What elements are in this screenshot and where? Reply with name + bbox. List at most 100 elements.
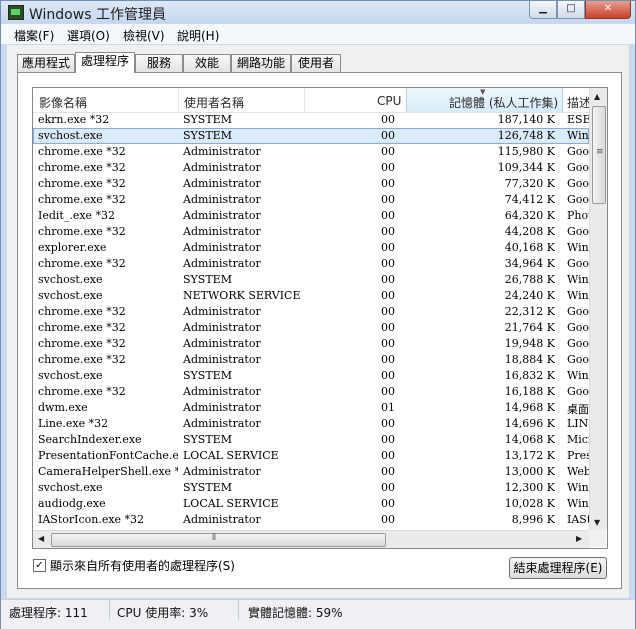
scroll-down-icon[interactable]: ▼ xyxy=(594,518,600,527)
process-cpu: 00 xyxy=(381,225,395,238)
process-memory: 126,748 K xyxy=(497,129,555,142)
process-user-name: SYSTEM xyxy=(183,129,232,142)
table-row[interactable]: chrome.exe *32 Administrator 00 16,188 K Goo xyxy=(33,384,589,400)
scroll-corner xyxy=(589,530,606,547)
process-image-name: explorer.exe xyxy=(38,241,107,254)
menu-view[interactable]: 檢視(V) xyxy=(123,27,165,44)
table-row[interactable]: Line.exe *32 Administrator 00 14,696 K LINI xyxy=(33,416,589,432)
process-user-name: LOCAL SERVICE xyxy=(183,449,279,462)
process-list[interactable]: ▼ 影像名稱 使用者名稱 CPU 記憶體 (私人工作集) 描述 ekrn.exe… xyxy=(32,87,608,549)
vertical-scrollbar[interactable]: ▲ ≡ ▼ xyxy=(589,88,607,530)
process-image-name: svchost.exe xyxy=(38,273,103,286)
vertical-scroll-thumb[interactable]: ≡ xyxy=(592,106,606,204)
scroll-left-icon[interactable]: ◀ xyxy=(38,534,44,543)
table-row[interactable]: chrome.exe *32 Administrator 00 18,884 K Goo xyxy=(33,352,589,368)
process-cpu: 00 xyxy=(381,177,395,190)
menu-help[interactable]: 說明(H) xyxy=(177,27,219,44)
process-cpu: 00 xyxy=(381,417,395,430)
header-description[interactable]: 描述 xyxy=(567,94,589,111)
process-description: Goo xyxy=(567,177,589,190)
process-memory: 64,320 K xyxy=(504,209,555,222)
process-memory: 187,140 K xyxy=(497,113,555,126)
process-memory: 22,312 K xyxy=(504,305,555,318)
horizontal-scroll-thumb[interactable]: ⦀ xyxy=(51,533,386,547)
table-row[interactable]: Iedit_.exe *32 Administrator 00 64,320 K Pho… xyxy=(33,208,589,224)
table-row[interactable]: SearchIndexer.exe SYSTEM 00 14,068 K Micr xyxy=(33,432,589,448)
table-row[interactable]: ekrn.exe *32 SYSTEM 00 187,140 K ESE xyxy=(33,112,589,128)
tab-networking[interactable]: 網路功能 xyxy=(231,54,291,72)
table-row[interactable]: audiodg.exe LOCAL SERVICE 00 10,028 K Win xyxy=(33,496,589,512)
horizontal-scrollbar[interactable]: ◀ ⦀ ▶ xyxy=(33,530,589,548)
process-image-name: chrome.exe *32 xyxy=(38,193,126,206)
process-image-name: chrome.exe *32 xyxy=(38,145,126,158)
process-memory: 14,068 K xyxy=(504,433,555,446)
process-user-name: Administrator xyxy=(183,417,261,430)
process-cpu: 00 xyxy=(381,113,395,126)
scroll-right-icon[interactable]: ▶ xyxy=(576,534,582,543)
tab-users[interactable]: 使用者 xyxy=(291,54,341,72)
process-cpu: 00 xyxy=(381,193,395,206)
process-memory: 26,788 K xyxy=(504,273,555,286)
table-row[interactable]: chrome.exe *32 Administrator 00 21,764 K Goo xyxy=(33,320,589,336)
minimize-button[interactable]: ▁ xyxy=(529,1,557,19)
table-row[interactable]: svchost.exe SYSTEM 00 12,300 K Win xyxy=(33,480,589,496)
table-row[interactable]: PresentationFontCache.exe LOCAL SERVICE 00… xyxy=(33,448,589,464)
table-row[interactable]: dwm.exe Administrator 01 14,968 K 桌面 xyxy=(33,400,589,416)
process-user-name: Administrator xyxy=(183,353,261,366)
show-all-users-checkbox[interactable]: ✓ xyxy=(33,559,46,572)
title-bar[interactable]: Windows 工作管理員 ▁ □ ✕ xyxy=(1,1,635,23)
process-memory: 21,764 K xyxy=(504,321,555,334)
table-row[interactable]: chrome.exe *32 Administrator 00 74,412 K Goo xyxy=(33,192,589,208)
menu-options[interactable]: 選項(O) xyxy=(67,27,110,44)
process-user-name: SYSTEM xyxy=(183,481,232,494)
process-cpu: 00 xyxy=(381,289,395,302)
grip-icon: ≡ xyxy=(596,147,604,157)
tab-processes[interactable]: 處理程序 xyxy=(75,52,135,73)
process-user-name: NETWORK SERVICE xyxy=(183,289,301,302)
table-row[interactable]: chrome.exe *32 Administrator 00 109,344 K Go… xyxy=(33,160,589,176)
maximize-button[interactable]: □ xyxy=(557,1,585,19)
process-cpu: 00 xyxy=(381,369,395,382)
scroll-up-icon[interactable]: ▲ xyxy=(594,92,600,101)
table-row[interactable]: CameraHelperShell.exe *32 Administrator 00… xyxy=(33,464,589,480)
tab-performance[interactable]: 效能 xyxy=(183,54,231,72)
table-row[interactable]: svchost.exe SYSTEM 00 16,832 K Win xyxy=(33,368,589,384)
table-row[interactable]: IAStorIcon.exe *32 Administrator 00 8,996 K… xyxy=(33,512,589,528)
process-image-name: chrome.exe *32 xyxy=(38,385,126,398)
show-all-users-label[interactable]: 顯示來自所有使用者的處理程序(S) xyxy=(50,557,235,574)
process-cpu: 00 xyxy=(381,481,395,494)
process-description: ESE xyxy=(567,113,589,126)
process-image-name: Iedit_.exe *32 xyxy=(38,209,116,222)
table-row[interactable]: chrome.exe *32 Administrator 00 34,964 K Goo xyxy=(33,256,589,272)
table-row[interactable]: svchost.exe SYSTEM 00 26,788 K Win xyxy=(33,272,589,288)
show-all-users-row[interactable]: ✓ 顯示來自所有使用者的處理程序(S) xyxy=(33,557,235,574)
table-row[interactable]: chrome.exe *32 Administrator 00 19,948 K Goo xyxy=(33,336,589,352)
table-row[interactable]: chrome.exe *32 Administrator 00 115,980 K Go… xyxy=(33,144,589,160)
process-user-name: Administrator xyxy=(183,337,261,350)
menu-file[interactable]: 檔案(F) xyxy=(14,27,54,44)
header-memory[interactable]: 記憶體 (私人工作集) xyxy=(449,94,558,111)
table-row[interactable]: svchost.exe NETWORK SERVICE 00 24,240 K Win xyxy=(33,288,589,304)
process-user-name: Administrator xyxy=(183,401,261,414)
process-user-name: Administrator xyxy=(183,145,261,158)
process-description: Goo xyxy=(567,321,589,334)
process-user-name: Administrator xyxy=(183,241,261,254)
process-cpu: 00 xyxy=(381,129,395,142)
process-memory: 34,964 K xyxy=(504,257,555,270)
header-cpu[interactable]: CPU xyxy=(377,94,401,108)
table-row[interactable]: chrome.exe *32 Administrator 00 44,208 K Goo xyxy=(33,224,589,240)
table-row[interactable]: svchost.exe SYSTEM 00 126,748 K Win xyxy=(33,128,589,144)
process-user-name: Administrator xyxy=(183,177,261,190)
header-image-name[interactable]: 影像名稱 xyxy=(39,94,87,111)
header-user-name[interactable]: 使用者名稱 xyxy=(184,94,244,111)
close-button[interactable]: ✕ xyxy=(585,1,631,19)
tab-services[interactable]: 服務 xyxy=(135,54,183,72)
tab-applications[interactable]: 應用程式 xyxy=(17,54,75,72)
process-image-name: chrome.exe *32 xyxy=(38,177,126,190)
process-user-name: SYSTEM xyxy=(183,113,232,126)
table-row[interactable]: chrome.exe *32 Administrator 00 22,312 K Goo xyxy=(33,304,589,320)
table-row[interactable]: chrome.exe *32 Administrator 00 77,320 K Goo xyxy=(33,176,589,192)
process-image-name: chrome.exe *32 xyxy=(38,257,126,270)
table-row[interactable]: explorer.exe Administrator 00 40,168 K Win xyxy=(33,240,589,256)
end-process-button[interactable]: 結束處理程序(E) xyxy=(509,557,607,579)
